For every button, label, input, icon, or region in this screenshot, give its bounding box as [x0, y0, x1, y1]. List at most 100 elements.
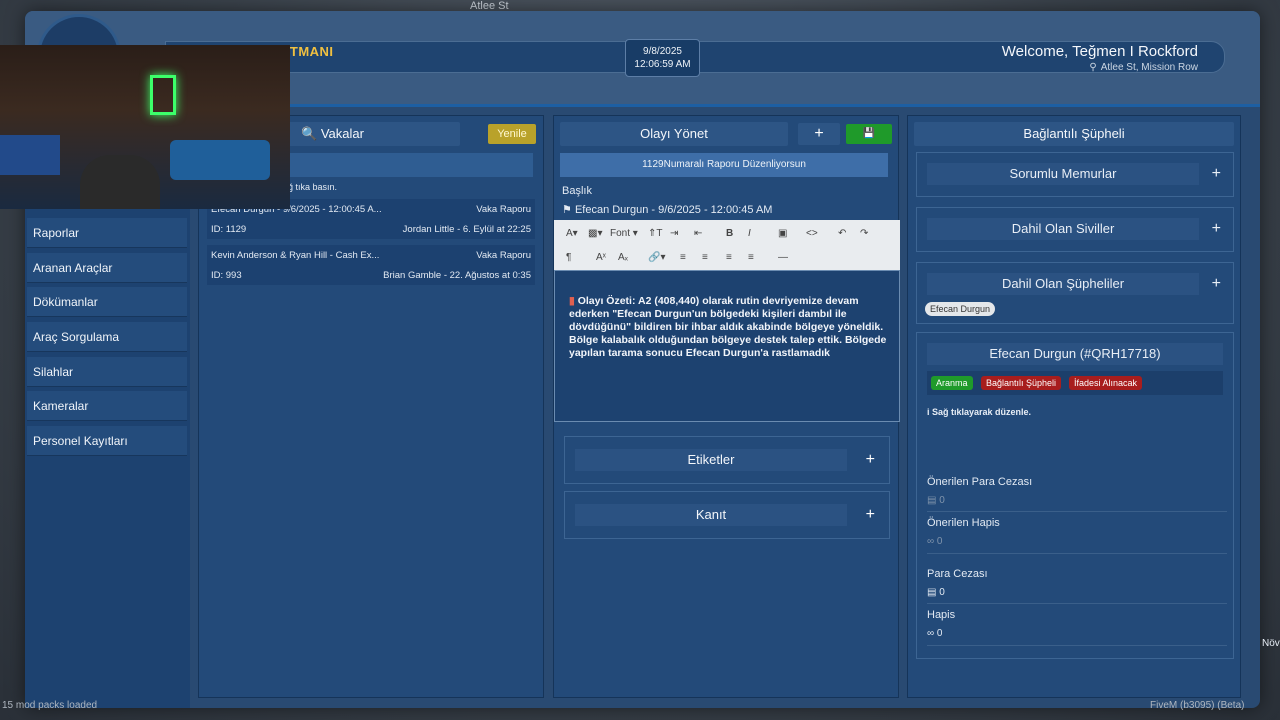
recommended-jail-field[interactable]: ∞ 0 — [927, 536, 942, 547]
italic-icon[interactable]: I — [748, 228, 751, 239]
align-left-icon[interactable]: ≡ — [680, 252, 686, 263]
suspect-chip[interactable]: Efecan Durgun — [925, 302, 996, 316]
sidebar-item-documents[interactable]: Dökümanlar — [27, 287, 187, 317]
divider — [927, 645, 1227, 646]
indent-icon[interactable]: ⇥ — [670, 228, 678, 239]
link-icon[interactable]: 🔗▾ — [648, 252, 665, 263]
suspect-detail: Efecan Durgun (#QRH17718) Aranma Bağlant… — [916, 332, 1234, 659]
civilians-label: Dahil Olan Siviller — [927, 218, 1199, 240]
jail-value: 0 — [936, 628, 943, 639]
superscript-icon[interactable]: Aˣ — [596, 252, 606, 263]
add-civilian-button[interactable]: + — [1212, 218, 1221, 240]
highlight-icon[interactable]: ▩▾ — [588, 228, 602, 239]
receipt-icon: ▤ — [927, 587, 937, 598]
text-height-icon[interactable]: ⇑T — [648, 228, 663, 239]
case-type: Vaka Raporu — [476, 250, 531, 261]
heading-field[interactable]: ⚑ Efecan Durgun - 9/6/2025 - 12:00:45 AM — [562, 203, 772, 216]
monitor — [0, 135, 60, 175]
font-dropdown[interactable]: Font ▾ — [610, 228, 638, 239]
edge-text: Növ — [1262, 638, 1280, 649]
add-officer-button[interactable]: + — [1212, 163, 1221, 185]
sidebar-item-wanted-vehicles[interactable]: Aranan Araçlar — [27, 253, 187, 283]
incident-title: Olayı Yönet — [560, 122, 788, 146]
refresh-button[interactable]: Yenile — [488, 124, 536, 144]
editing-notice: 1129Numaralı Raporu Düzenliyorsun — [560, 153, 888, 177]
recommended-jail-value: 0 — [936, 536, 943, 547]
receipt-icon: ▤ — [927, 495, 937, 506]
case-title: Kevin Anderson & Ryan Hill - Cash Ex... — [211, 250, 380, 261]
case-id: ID: 1129 — [211, 224, 247, 235]
divider — [927, 511, 1227, 512]
add-tag-button[interactable]: + — [866, 449, 875, 471]
civilians-section: Dahil Olan Siviller + — [916, 207, 1234, 252]
fine-field[interactable]: ▤ 0 — [927, 587, 945, 598]
add-suspect-button[interactable]: + — [1212, 273, 1221, 295]
document-icon: ▮ — [569, 295, 575, 307]
align-center-icon[interactable]: ≡ — [702, 252, 708, 263]
recommended-fine-label: Önerilen Para Cezası — [927, 476, 1033, 488]
time-text: 12:06:59 AM — [634, 59, 691, 70]
suspect-name: Efecan Durgun (#QRH17718) — [927, 343, 1223, 365]
suspect-tags-row: Aranma Bağlantılı Şüpheli İfadesi Alınac… — [927, 371, 1223, 395]
evidence-section: Kanıt + — [564, 491, 890, 539]
subscript-icon[interactable]: Aₓ — [618, 252, 628, 263]
officers-label: Sorumlu Memurlar — [927, 163, 1199, 185]
tags-section: Etiketler + — [564, 436, 890, 484]
webcam-overlay — [0, 45, 290, 209]
report-editor[interactable]: ▮ Olayı Özeti: A2 (408,440) olarak rutin… — [554, 270, 900, 422]
divider — [927, 603, 1227, 604]
handcuff-icon: ∞ — [927, 628, 935, 639]
sidebar-item-vehicle-lookup[interactable]: Araç Sorgulama — [27, 322, 187, 352]
tag-statement-pending[interactable]: İfadesi Alınacak — [1069, 376, 1143, 390]
tag-linked-suspect[interactable]: Bağlantılı Şüpheli — [981, 376, 1062, 390]
undo-icon[interactable]: ↶ — [838, 228, 846, 239]
date-text: 9/8/2025 — [643, 46, 682, 57]
evidence-label: Kanıt — [575, 504, 847, 526]
fine-label: Para Cezası — [927, 568, 988, 580]
save-icon: 💾 — [862, 128, 876, 139]
recommended-fine-field[interactable]: ▤ 0 — [927, 495, 945, 506]
fine-value: 0 — [939, 587, 945, 598]
redo-icon[interactable]: ↷ — [860, 228, 868, 239]
font-label: Font — [610, 228, 631, 239]
case-meta: Brian Gamble - 22. Ağustos at 0:35 — [383, 270, 531, 281]
tag-icon: ⚑ — [562, 204, 572, 216]
suspects-label: Dahil Olan Şüpheliler — [927, 273, 1199, 295]
justify-icon[interactable]: ≡ — [748, 252, 754, 263]
recommended-fine-value: 0 — [939, 495, 945, 506]
sidebar-item-personnel[interactable]: Personel Kayıtları — [27, 426, 187, 456]
cases-hint: ağ tıka basın. — [283, 182, 338, 192]
fivem-build-text: FiveM (b3095) (Beta) — [1150, 700, 1245, 711]
location-text: ⚲ Atlee St, Mission Row — [1089, 62, 1198, 73]
paragraph-icon[interactable]: ¶ — [566, 252, 571, 263]
sidebar-item-cameras[interactable]: Kameralar — [27, 391, 187, 421]
save-button[interactable]: 💾 — [846, 124, 892, 144]
code-icon[interactable]: <> — [806, 228, 818, 239]
datetime-box: 9/8/2025 12:06:59 AM — [625, 39, 700, 77]
search-icon: 🔍 — [301, 126, 318, 141]
case-meta: Jordan Little - 6. Eylül at 22:25 — [402, 224, 531, 235]
linked-title: Bağlantılı Şüpheli — [914, 122, 1234, 146]
sidebar-item-reports[interactable]: Raporlar — [27, 218, 187, 248]
bold-icon[interactable]: B — [726, 228, 733, 239]
handcuff-icon: ∞ — [927, 536, 935, 547]
image-icon[interactable]: ▣ — [778, 228, 787, 239]
incident-panel: Olayı Yönet + 💾 1129Numaralı Raporu Düze… — [553, 115, 900, 698]
add-incident-button[interactable]: + — [798, 123, 840, 145]
officers-section: Sorumlu Memurlar + — [916, 152, 1234, 197]
outdent-icon[interactable]: ⇤ — [694, 228, 702, 239]
map-pin-icon: ⚲ — [1089, 62, 1097, 73]
jail-field[interactable]: ∞ 0 — [927, 628, 942, 639]
sidebar-item-weapons[interactable]: Silahlar — [27, 357, 187, 387]
align-right-icon[interactable]: ≡ — [726, 252, 732, 263]
tag-wanted[interactable]: Aranma — [931, 376, 973, 390]
suspects-section: Dahil Olan Şüpheliler + Efecan Durgun — [916, 262, 1234, 324]
case-id: ID: 993 — [211, 270, 242, 281]
font-size-icon[interactable]: A▾ — [566, 228, 578, 239]
heading-label: Başlık — [562, 185, 592, 197]
case-item[interactable]: Kevin Anderson & Ryan Hill - Cash Ex... … — [207, 245, 535, 285]
heading-value: Efecan Durgun - 9/6/2025 - 12:00:45 AM — [574, 204, 773, 216]
horizontal-rule-button[interactable]: — — [778, 252, 788, 263]
mod-packs-text: 15 mod packs loaded — [2, 700, 98, 711]
add-evidence-button[interactable]: + — [866, 504, 875, 526]
